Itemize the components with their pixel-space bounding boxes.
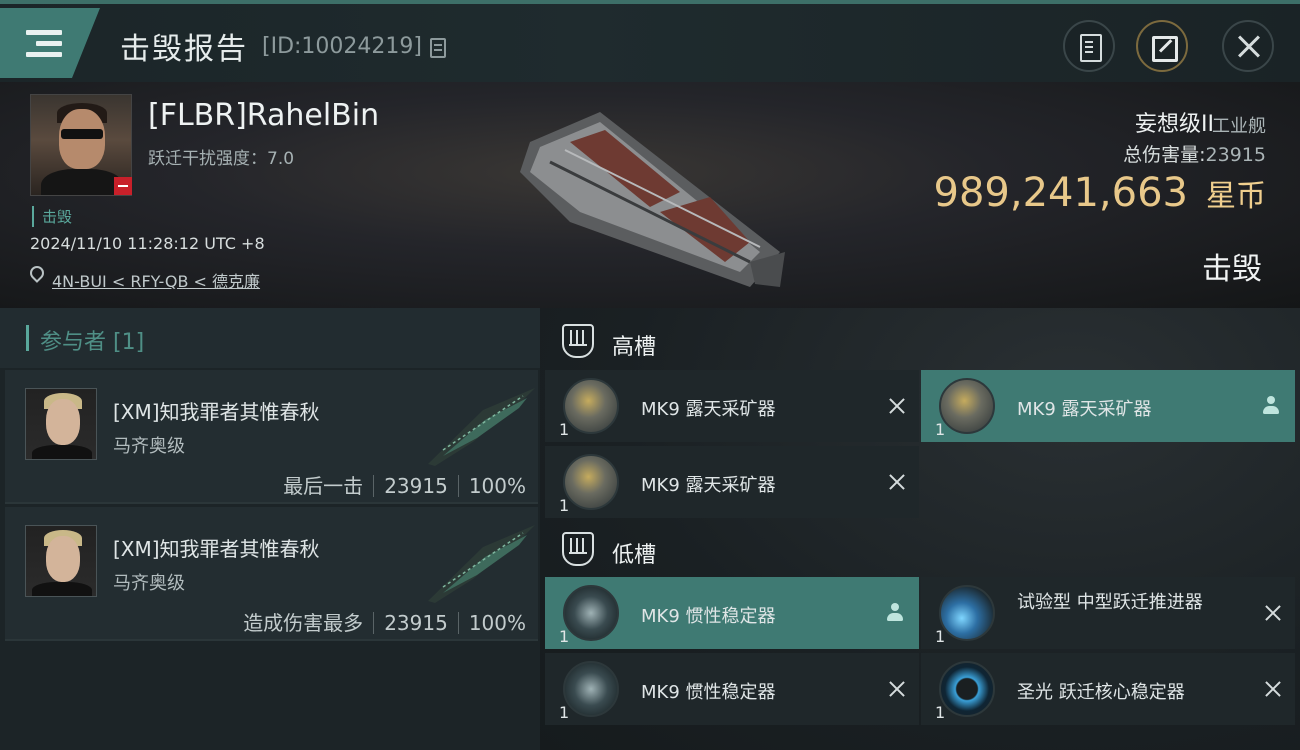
report-id: [ID:10024219]: [262, 34, 422, 59]
destroyed-icon: [1265, 681, 1281, 697]
participant-damage: 23915: [384, 611, 448, 635]
module-name: 试验型 中型跃迁推进器: [1017, 592, 1203, 613]
participant-name: [XM]知我罪者其惟春秋: [113, 400, 320, 424]
participants-panel: 参与者 [1] [XM]知我罪者其惟春秋 马齐奥级 最后一击 23915 100% …: [0, 308, 540, 750]
victim-ship-image: [520, 112, 785, 287]
warp-core-stabilizer-icon: [939, 661, 995, 717]
participant-ship: 马齐奥级: [113, 436, 185, 457]
isk-unit: 星币: [1206, 179, 1266, 214]
high-slot-label: 高槽: [612, 335, 657, 360]
participant-percent: 100%: [468, 474, 526, 498]
low-slot-label: 低槽: [612, 543, 657, 568]
participant-stats: 造成伤害最多 23915 100%: [243, 607, 526, 636]
participant-percent: 100%: [468, 611, 526, 635]
total-damage: 总伤害量:23915: [1123, 140, 1266, 167]
fitting-panel: 高槽 1 MK9 露天采矿器 1 MK9 露天采矿器 1 MK9 露天采矿器 低…: [540, 308, 1300, 750]
participant-card[interactable]: [XM]知我罪者其惟春秋 马齐奥级 造成伤害最多 23915 100%: [5, 507, 538, 641]
strip-miner-icon: [939, 378, 995, 434]
victim-ship-name[interactable]: 妄想级II: [1135, 106, 1214, 138]
kill-time: 2024/11/10 11:28:12 UTC +8: [30, 234, 265, 253]
menu-button[interactable]: [0, 8, 100, 78]
module-qty: 1: [559, 627, 570, 646]
destroyed-icon: [889, 474, 905, 490]
kill-outcome: 击毁: [1202, 252, 1262, 287]
module-slot[interactable]: 1 MK9 露天采矿器: [545, 446, 919, 518]
participants-title: 参与者 [1]: [40, 330, 145, 355]
close-button[interactable]: [1222, 20, 1274, 72]
low-slot-header: 低槽: [540, 520, 1300, 578]
participant-ship-image: [428, 525, 535, 603]
destroyed-icon: [889, 681, 905, 697]
strip-miner-icon: [563, 454, 619, 510]
module-qty: 1: [559, 420, 570, 439]
module-qty: 1: [559, 496, 570, 515]
participant-card[interactable]: [XM]知我罪者其惟春秋 马齐奥级 最后一击 23915 100%: [5, 370, 538, 504]
total-damage-value: 23915: [1205, 144, 1266, 166]
high-slot-icon: [562, 324, 594, 358]
participants-header: 参与者 [1]: [0, 308, 540, 368]
kill-status-tag: 击毁: [32, 206, 72, 227]
participant-role: 造成伤害最多: [243, 611, 364, 635]
high-slot-header: 高槽: [540, 312, 1300, 370]
share-button[interactable]: [1136, 20, 1188, 72]
inertial-stabilizer-icon: [563, 661, 619, 717]
victim-name[interactable]: [FLBR]RahelBin: [148, 98, 379, 133]
low-slot-icon: [562, 532, 594, 566]
module-name: MK9 露天采矿器: [1017, 399, 1152, 420]
victim-ship-class: 工业舰: [1212, 116, 1266, 137]
module-slot[interactable]: 1 MK9 惯性稳定器: [545, 653, 919, 725]
module-qty: 1: [935, 703, 946, 722]
module-qty: 1: [559, 703, 570, 722]
hamburger-icon: [26, 30, 62, 63]
participant-avatar[interactable]: [25, 388, 97, 460]
module-slot[interactable]: 1 MK9 露天采矿器: [921, 370, 1295, 442]
module-slot[interactable]: 1 试验型 中型跃迁推进器: [921, 577, 1295, 649]
inertial-stabilizer-icon: [563, 585, 619, 641]
dropped-user-icon: [1263, 396, 1279, 416]
participant-name: [XM]知我罪者其惟春秋: [113, 537, 320, 561]
module-qty: 1: [935, 420, 946, 439]
module-slot[interactable]: 1 MK9 惯性稳定器: [545, 577, 919, 649]
total-damage-label: 总伤害量:: [1123, 144, 1206, 166]
participant-avatar[interactable]: [25, 525, 97, 597]
dropped-user-icon: [887, 603, 903, 623]
kill-location-link[interactable]: 4N-BUI < RFY-QB < 德克廉: [52, 268, 260, 292]
warp-disrupt-strength: 跃迁干扰强度：7.0: [148, 149, 295, 169]
participant-role: 最后一击: [283, 474, 364, 498]
module-name: 圣光 跃迁核心稳定器: [1017, 682, 1185, 703]
top-bar: 击毁报告 [ID:10024219]: [0, 0, 1300, 82]
victim-panel: [FLBR]RahelBin 跃迁干扰强度：7.0 击毁 2024/11/10 …: [0, 82, 1300, 308]
module-name: MK9 惯性稳定器: [641, 606, 776, 627]
module-name: MK9 惯性稳定器: [641, 682, 776, 703]
clipboard-button[interactable]: [1063, 20, 1115, 72]
destroyed-icon: [1265, 605, 1281, 621]
location-pin-icon: [27, 263, 47, 283]
strip-miner-icon: [563, 378, 619, 434]
participant-ship: 马齐奥级: [113, 573, 185, 594]
isk-value: 989,241,663 星币: [934, 170, 1266, 216]
isk-amount: 989,241,663: [933, 170, 1188, 216]
page-title: 击毁报告: [120, 32, 248, 67]
participant-stats: 最后一击 23915 100%: [283, 470, 526, 499]
destroyed-icon: [889, 398, 905, 414]
module-slot[interactable]: 1 MK9 露天采矿器: [545, 370, 919, 442]
module-slot[interactable]: 1 圣光 跃迁核心稳定器: [921, 653, 1295, 725]
module-name: MK9 露天采矿器: [641, 399, 776, 420]
participant-damage: 23915: [384, 474, 448, 498]
module-qty: 1: [935, 627, 946, 646]
copy-id-icon[interactable]: [430, 38, 446, 58]
participant-ship-image: [428, 388, 535, 466]
module-name: MK9 露天采矿器: [641, 475, 776, 496]
microwarpdrive-icon: [939, 585, 995, 641]
hostile-badge-icon: [114, 177, 132, 195]
